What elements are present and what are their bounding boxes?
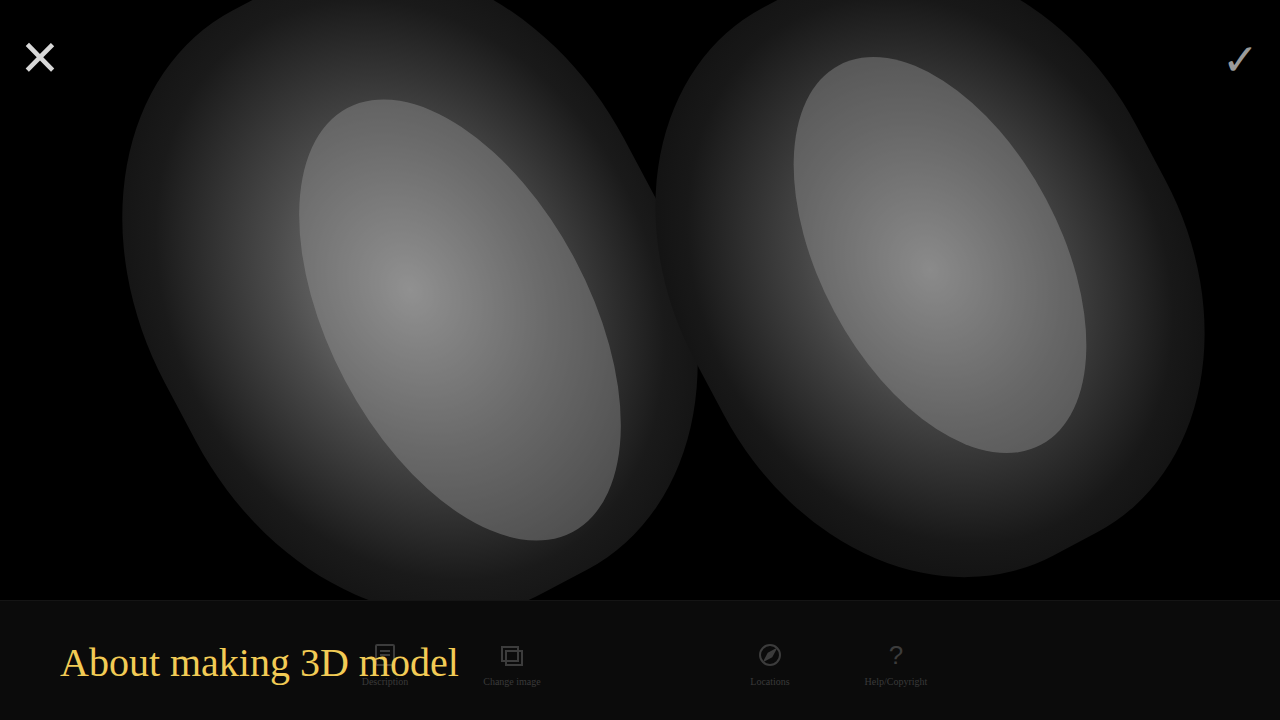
toolbar-label: Help/Copyright [865, 675, 928, 689]
toolbar-button[interactable]: ? Help/Copyright [841, 641, 951, 689]
toolbar-button[interactable]: Change image [457, 641, 567, 689]
compass-icon [756, 641, 784, 669]
toolbar-label: Change image [483, 675, 540, 689]
toolbar-button[interactable]: Locations [715, 641, 825, 689]
confirm-button[interactable]: ✓ [1214, 30, 1266, 90]
help-icon: ? [882, 641, 910, 669]
caption: About making 3D model [60, 637, 459, 689]
close-button[interactable]: × [14, 22, 66, 92]
bottom-bar: DescriptionChange imageLocations?Help/Co… [0, 600, 1280, 720]
image-icon [498, 641, 526, 669]
toolbar-label: Locations [750, 675, 789, 689]
model-render[interactable]: × ✓ [0, 0, 1280, 600]
viewer: × ✓ DescriptionChange imageLocations?Hel… [0, 0, 1280, 720]
